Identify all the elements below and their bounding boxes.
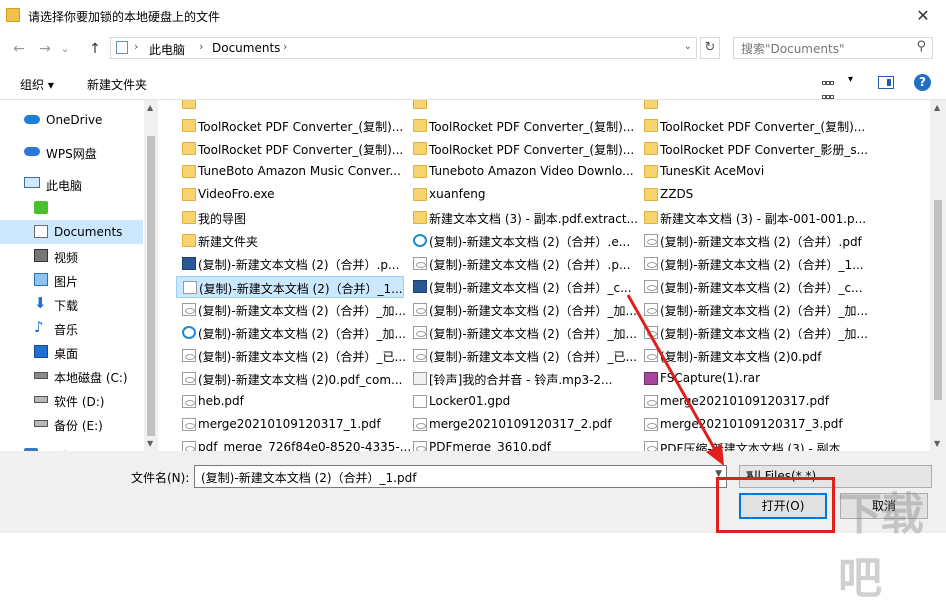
annotation-arrow <box>626 294 724 466</box>
watermark: 下载吧 <box>838 489 924 604</box>
